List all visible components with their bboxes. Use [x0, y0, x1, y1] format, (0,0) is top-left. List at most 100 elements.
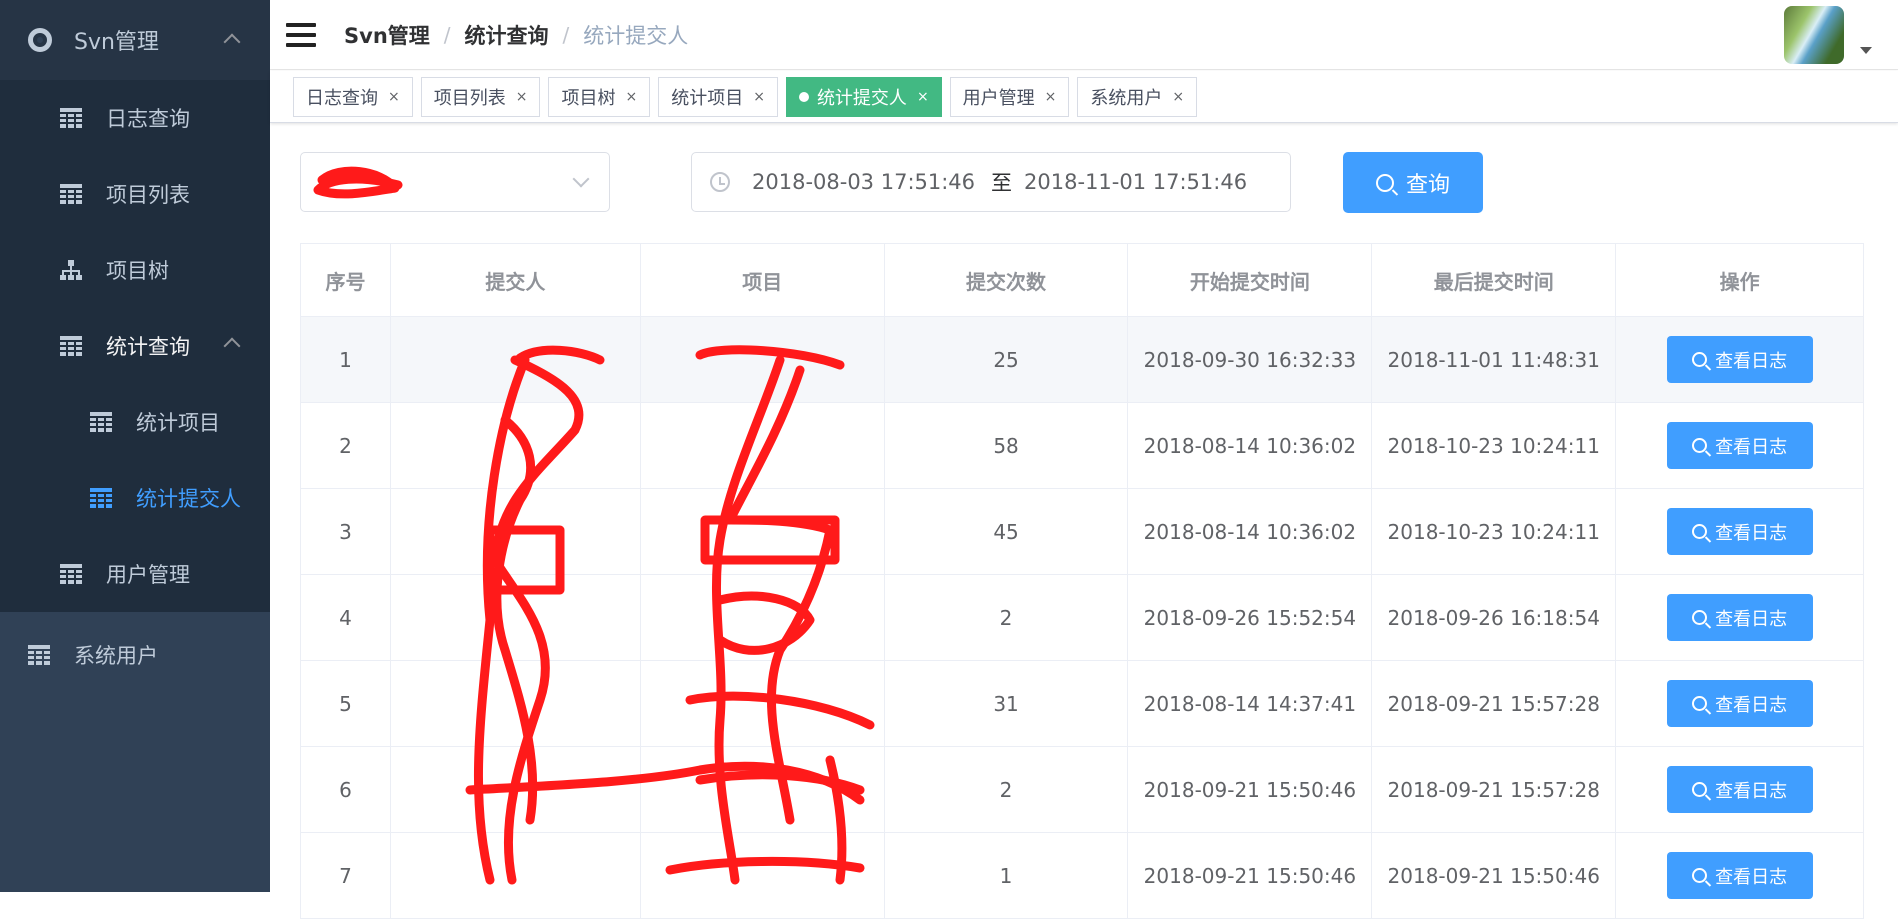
tag-project-list[interactable]: 项目列表 ×: [420, 76, 541, 117]
table-row: 2 58 2018-08-14 10:36:02 2018-10-23 10:24:1…: [301, 403, 1864, 489]
committer-cell: [390, 575, 641, 661]
committer-cell: [390, 317, 641, 403]
sidebar-item-project-tree[interactable]: 项目树: [0, 232, 270, 308]
chevron-up-icon: [223, 33, 241, 51]
sidebar-item-log-query[interactable]: 日志查询: [0, 80, 270, 156]
sidebar-item-stat-project[interactable]: 统计项目: [0, 384, 270, 460]
start-time-cell: 2018-08-14 10:36:02: [1128, 403, 1373, 489]
table-body: 1 25 2018-09-30 16:32:33 2018-11-01 11:48:3…: [301, 317, 1864, 919]
table-icon: [90, 488, 112, 508]
tag-stat-committer[interactable]: 统计提交人 ×: [785, 76, 942, 117]
project-cell: [640, 403, 885, 489]
date-range-picker[interactable]: 2018-08-03 17:51:46 至 2018-11-01 17:51:4…: [691, 152, 1291, 212]
committer-cell: [390, 489, 641, 575]
commit-count-cell: 25: [884, 317, 1129, 403]
breadcrumb-item[interactable]: Svn管理: [344, 20, 430, 50]
tag-project-tree[interactable]: 项目树 ×: [548, 76, 651, 117]
chevron-up-icon: [223, 337, 241, 355]
menu-svn-label: Svn管理: [74, 30, 159, 55]
search-icon: [1692, 438, 1708, 453]
sidebar-item-label: 日志查询: [106, 107, 190, 131]
close-icon[interactable]: ×: [917, 89, 929, 105]
committer-cell: [390, 833, 641, 919]
table-icon: [60, 336, 82, 356]
tag-label: 用户管理: [962, 87, 1035, 109]
column-header: 操作: [1616, 244, 1864, 317]
stats-table: 序号 提交人 项目 提交次数 开始提交时间 最后提交时间 操作 1 25 2018-…: [300, 243, 1864, 919]
action-cell: 查看日志: [1616, 747, 1864, 833]
column-header: 提交次数: [884, 244, 1129, 317]
sidebar-item-label: 统计查询: [106, 335, 190, 359]
chevron-down-icon: [572, 170, 590, 188]
start-time-cell: 2018-08-14 10:36:02: [1128, 489, 1373, 575]
column-header: 开始提交时间: [1128, 244, 1373, 317]
tag-stat-project[interactable]: 统计项目 ×: [658, 76, 778, 117]
breadcrumb-item[interactable]: 统计查询: [465, 20, 549, 50]
column-header: 序号: [301, 244, 391, 317]
view-log-button[interactable]: 查看日志: [1666, 680, 1813, 727]
table-header-row: 序号 提交人 项目 提交次数 开始提交时间 最后提交时间 操作: [301, 244, 1864, 317]
close-icon[interactable]: ×: [516, 89, 528, 105]
table-icon: [28, 645, 50, 665]
view-log-button[interactable]: 查看日志: [1666, 766, 1813, 813]
tag-user-manage[interactable]: 用户管理 ×: [949, 76, 1070, 117]
search-icon: [1692, 696, 1708, 711]
committer-select[interactable]: [300, 152, 610, 212]
commit-count-cell: 31: [884, 661, 1129, 747]
sidebar-item-label: 项目树: [106, 259, 169, 283]
column-header: 最后提交时间: [1372, 244, 1617, 317]
close-icon[interactable]: ×: [1172, 89, 1184, 105]
view-log-button[interactable]: 查看日志: [1666, 594, 1813, 641]
sidebar-item-stat-query[interactable]: 统计查询: [0, 308, 270, 384]
sidebar-item-stat-committer[interactable]: 统计提交人: [0, 460, 270, 536]
active-dot-icon: [798, 91, 809, 102]
tag-log-query[interactable]: 日志查询 ×: [293, 76, 413, 117]
search-icon: [1692, 352, 1708, 367]
menu-svn-root[interactable]: Svn管理: [0, 0, 270, 80]
sidebar-item-system-user[interactable]: 系统用户: [0, 612, 270, 698]
commit-count-cell: 1: [884, 833, 1129, 919]
column-header: 提交人: [390, 244, 641, 317]
breadcrumb-separator: /: [443, 22, 451, 47]
last-time-cell: 2018-11-01 11:48:31: [1372, 317, 1617, 403]
commit-count-cell: 58: [884, 403, 1129, 489]
view-log-label: 查看日志: [1715, 694, 1788, 716]
last-time-cell: 2018-09-21 15:50:46: [1372, 833, 1617, 919]
sidebar-item-label: 统计提交人: [136, 487, 241, 511]
sidebar: Svn管理 日志查询 项目列表 项目树 统计查询 统计项目 统计提交人 用户管理…: [0, 0, 270, 892]
close-icon[interactable]: ×: [388, 89, 400, 105]
project-cell: [640, 833, 885, 919]
row-index: 4: [301, 575, 391, 661]
close-icon[interactable]: ×: [1045, 89, 1057, 105]
start-time-cell: 2018-09-26 15:52:54: [1128, 575, 1373, 661]
last-time-cell: 2018-09-21 15:57:28: [1372, 747, 1617, 833]
view-log-button[interactable]: 查看日志: [1666, 336, 1813, 383]
close-icon[interactable]: ×: [753, 89, 765, 105]
tag-label: 统计提交人: [816, 87, 907, 109]
close-icon[interactable]: ×: [625, 89, 637, 105]
tags-view: 日志查询 × 项目列表 × 项目树 × 统计项目 × 统计提交人 × 用户管理 × 系统用户…: [270, 71, 1898, 123]
sidebar-item-label: 用户管理: [106, 563, 190, 587]
tag-label: 统计项目: [671, 87, 744, 109]
project-cell: [640, 747, 885, 833]
search-icon: [1692, 868, 1708, 883]
tag-system-user[interactable]: 系统用户 ×: [1077, 76, 1198, 117]
avatar[interactable]: [1784, 6, 1844, 64]
committer-cell: [390, 747, 641, 833]
sidebar-item-project-list[interactable]: 项目列表: [0, 156, 270, 232]
view-log-button[interactable]: 查看日志: [1666, 422, 1813, 469]
view-log-button[interactable]: 查看日志: [1666, 508, 1813, 555]
query-button[interactable]: 查询: [1343, 152, 1483, 213]
navbar: Svn管理 / 统计查询 / 统计提交人: [270, 0, 1898, 70]
hamburger-icon[interactable]: [286, 22, 316, 47]
view-log-label: 查看日志: [1715, 780, 1788, 802]
breadcrumb-item-current: 统计提交人: [583, 23, 689, 48]
last-time-cell: 2018-09-21 15:57:28: [1372, 661, 1617, 747]
view-log-label: 查看日志: [1715, 350, 1788, 372]
caret-down-icon[interactable]: [1860, 47, 1872, 54]
date-end: 2018-11-01 17:51:46: [1024, 170, 1248, 194]
row-index: 5: [301, 661, 391, 747]
table-icon: [90, 412, 112, 432]
start-time-cell: 2018-08-14 14:37:41: [1128, 661, 1373, 747]
sidebar-item-user-manage[interactable]: 用户管理: [0, 536, 270, 612]
